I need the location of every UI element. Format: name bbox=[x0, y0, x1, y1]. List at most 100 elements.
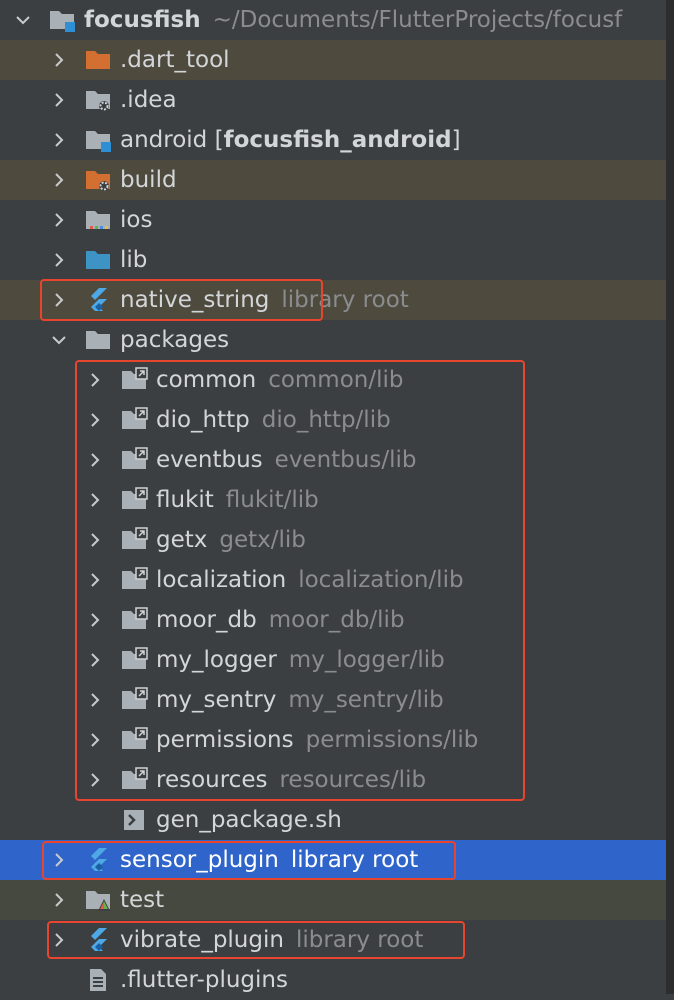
tree-item-hint: eventbus/lib bbox=[274, 447, 417, 473]
tree-item-hint: library root bbox=[295, 927, 424, 953]
module-folder-icon-glyph bbox=[86, 131, 111, 152]
tree-item-hint: moor_db/lib bbox=[268, 607, 405, 633]
excluded-settings-folder-icon bbox=[84, 167, 112, 193]
symlink-folder-icon-glyph bbox=[122, 687, 148, 709]
tree-row[interactable]: ios bbox=[0, 200, 666, 240]
chevron-right-icon[interactable] bbox=[84, 411, 106, 429]
tree-item-name: android bbox=[120, 127, 208, 153]
tree-row[interactable]: my_logger my_logger/lib bbox=[0, 640, 666, 680]
chevron-down-icon[interactable] bbox=[48, 331, 70, 349]
tree-item-name: my_logger bbox=[156, 647, 277, 673]
tree-item-hint: common/lib bbox=[268, 367, 404, 393]
chevron-right-icon[interactable] bbox=[48, 291, 70, 309]
tree-row[interactable]: .flutter-plugins bbox=[0, 960, 666, 1000]
tree-item-name: native_string bbox=[120, 287, 270, 313]
tree-item-name: common bbox=[156, 367, 257, 393]
chevron-right-icon[interactable] bbox=[48, 211, 70, 229]
tree-item-name: .dart_tool bbox=[120, 47, 230, 73]
chevron-right-icon[interactable] bbox=[48, 171, 70, 189]
tree-row[interactable]: permissions permissions/lib bbox=[0, 720, 666, 760]
symlink-folder-icon-glyph bbox=[122, 487, 148, 509]
tree-item-name: .flutter-plugins bbox=[120, 967, 288, 993]
symlink-folder-icon bbox=[120, 567, 148, 593]
tree-row[interactable]: gen_package.sh bbox=[0, 800, 666, 840]
tree-item-hint: my_logger/lib bbox=[288, 647, 445, 673]
symlink-folder-icon bbox=[120, 527, 148, 553]
module-folder-icon bbox=[84, 127, 112, 153]
tree-row[interactable]: moor_db moor_db/lib bbox=[0, 600, 666, 640]
module-bracket-close: ] bbox=[451, 127, 461, 153]
chevron-right-icon[interactable] bbox=[84, 651, 106, 669]
tree-row[interactable]: vibrate_plugin library root bbox=[0, 920, 666, 960]
excluded-folder-icon-glyph bbox=[86, 51, 110, 69]
chevron-right-icon[interactable] bbox=[84, 371, 106, 389]
chevron-right-icon[interactable] bbox=[48, 851, 70, 869]
folder-icon-glyph bbox=[86, 331, 110, 349]
settings-folder-icon bbox=[84, 87, 112, 113]
tree-item-hint: ~/Documents/FlutterProjects/focusf bbox=[212, 7, 623, 33]
chevron-right-icon[interactable] bbox=[48, 51, 70, 69]
symlink-folder-icon bbox=[120, 727, 148, 753]
tree-row[interactable]: sensor_plugin library root bbox=[0, 840, 666, 880]
excluded-settings-folder-icon-glyph bbox=[86, 171, 110, 191]
chevron-right-icon[interactable] bbox=[84, 731, 106, 749]
text-file-icon bbox=[84, 967, 112, 993]
chevron-right-icon[interactable] bbox=[84, 571, 106, 589]
tree-row[interactable]: getx getx/lib bbox=[0, 520, 666, 560]
flutter-icon bbox=[84, 847, 112, 873]
tree-row[interactable]: .idea bbox=[0, 80, 666, 120]
chevron-right-icon[interactable] bbox=[48, 91, 70, 109]
tree-row[interactable]: localization localization/lib bbox=[0, 560, 666, 600]
tree-row[interactable]: focusfish ~/Documents/FlutterProjects/foc… bbox=[0, 0, 666, 40]
tree-row[interactable]: my_sentry my_sentry/lib bbox=[0, 680, 666, 720]
tree-item-hint: getx/lib bbox=[219, 527, 306, 553]
chevron-right-icon[interactable] bbox=[84, 691, 106, 709]
symlink-folder-icon-glyph bbox=[122, 407, 148, 429]
tree-row[interactable]: build bbox=[0, 160, 666, 200]
chevron-right-icon[interactable] bbox=[84, 611, 106, 629]
module-folder-icon-glyph bbox=[50, 11, 75, 32]
chevron-right-icon[interactable] bbox=[84, 491, 106, 509]
tree-item-name: ios bbox=[120, 207, 153, 233]
symlink-folder-icon-glyph bbox=[122, 447, 148, 469]
flutter-icon-glyph bbox=[91, 928, 107, 951]
tree-item-name: vibrate_plugin bbox=[120, 927, 284, 953]
tree-row[interactable]: test bbox=[0, 880, 666, 920]
chevron-right-icon[interactable] bbox=[48, 131, 70, 149]
tree-row[interactable]: packages bbox=[0, 320, 666, 360]
tree-row[interactable]: common common/lib bbox=[0, 360, 666, 400]
tree-item-hint: permissions/lib bbox=[305, 727, 479, 753]
chevron-right-icon[interactable] bbox=[84, 451, 106, 469]
source-folder-icon-glyph bbox=[86, 251, 110, 269]
test-folder-icon bbox=[84, 887, 112, 913]
tree-row[interactable]: resources resources/lib bbox=[0, 760, 666, 800]
chevron-right-icon[interactable] bbox=[48, 891, 70, 909]
tree-row[interactable]: android [focusfish_android] bbox=[0, 120, 666, 160]
tree-item-name: my_sentry bbox=[156, 687, 277, 713]
flutter-icon-glyph bbox=[91, 288, 107, 311]
chevron-right-icon[interactable] bbox=[84, 531, 106, 549]
tree-item-name: resources bbox=[156, 767, 268, 793]
tree-row[interactable]: .dart_tool bbox=[0, 40, 666, 80]
flutter-icon bbox=[84, 287, 112, 313]
tree-row[interactable]: lib bbox=[0, 240, 666, 280]
symlink-folder-icon-glyph bbox=[122, 767, 148, 789]
ios-folder-icon bbox=[84, 207, 112, 233]
chevron-right-icon[interactable] bbox=[84, 771, 106, 789]
settings-folder-icon-glyph bbox=[86, 91, 110, 111]
symlink-folder-icon bbox=[120, 647, 148, 673]
tree-scrollbar[interactable] bbox=[666, 0, 674, 994]
symlink-folder-icon bbox=[120, 607, 148, 633]
tree-row[interactable]: flukit flukit/lib bbox=[0, 480, 666, 520]
tree-row[interactable]: native_string library root bbox=[0, 280, 666, 320]
tree-item-name: gen_package.sh bbox=[156, 807, 342, 833]
chevron-right-icon[interactable] bbox=[48, 931, 70, 949]
chevron-right-icon[interactable] bbox=[48, 251, 70, 269]
text-file-icon-glyph bbox=[90, 969, 106, 991]
tree-item-name: permissions bbox=[156, 727, 294, 753]
tree-item-name: eventbus bbox=[156, 447, 263, 473]
module-name: focusfish_android bbox=[223, 127, 452, 153]
chevron-down-icon[interactable] bbox=[12, 11, 34, 29]
tree-row[interactable]: dio_http dio_http/lib bbox=[0, 400, 666, 440]
tree-row[interactable]: eventbus eventbus/lib bbox=[0, 440, 666, 480]
